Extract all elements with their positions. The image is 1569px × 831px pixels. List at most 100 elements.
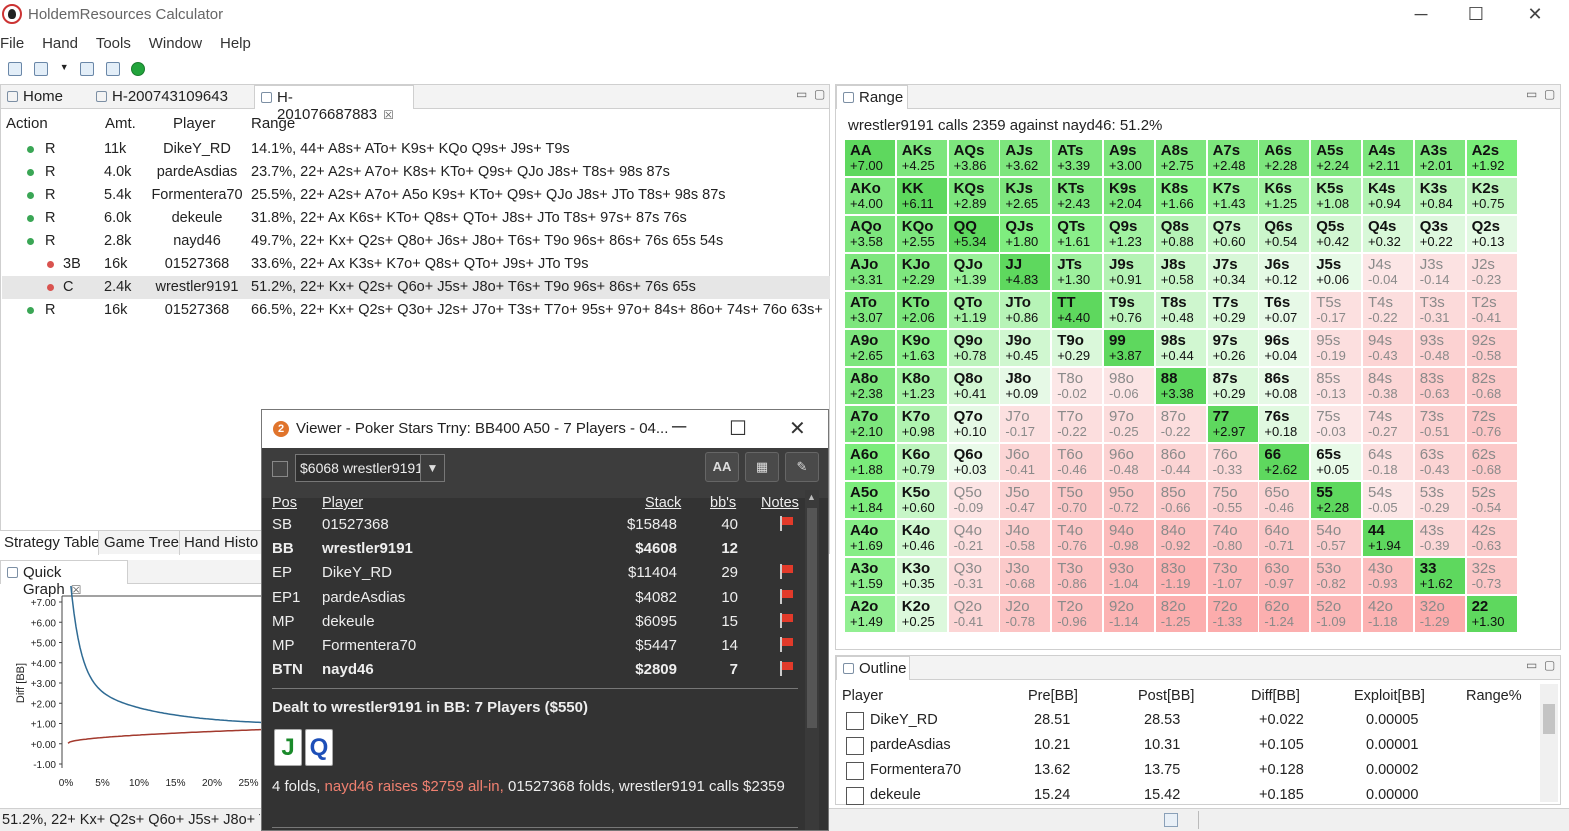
action-row[interactable]: R 6.0k dekeule 31.8%, 22+ Ax K6s+ KTo+ Q8s+… (2, 207, 830, 230)
scroll-up-icon[interactable]: ▲ (807, 492, 816, 502)
range-cell[interactable]: 74o -0.80 (1207, 520, 1259, 557)
viewer-header-notes[interactable]: Notes (761, 495, 799, 511)
range-cell[interactable]: J3s -0.14 (1414, 254, 1466, 291)
range-cell[interactable]: 98s +0.44 (1155, 330, 1207, 367)
viewer-player-row[interactable]: MP Formentera70 $5447 14 (262, 634, 802, 658)
close-tab-icon[interactable]: ☒ (383, 108, 394, 122)
range-cell[interactable]: 96s +0.04 (1259, 330, 1311, 367)
range-cell[interactable]: AKs +4.25 (896, 140, 948, 177)
range-cell[interactable]: QTo +1.19 (948, 292, 1000, 329)
range-cell[interactable]: 76s +0.18 (1259, 406, 1311, 443)
range-cell[interactable]: T4s -0.22 (1363, 292, 1414, 329)
range-cell[interactable]: ATs +3.39 (1052, 140, 1104, 177)
range-cell[interactable]: T2o -0.96 (1052, 596, 1104, 633)
grid-view-button[interactable]: ▦ (745, 452, 779, 482)
header-amount[interactable]: Amt. (105, 115, 136, 132)
range-cell[interactable]: T5s -0.17 (1311, 292, 1363, 329)
range-cell[interactable]: K8o +1.23 (896, 368, 948, 405)
range-cell[interactable]: 96o -0.48 (1104, 444, 1155, 481)
range-cell[interactable]: J4s -0.04 (1363, 254, 1414, 291)
range-cell[interactable]: QJs +1.80 (1000, 216, 1052, 253)
menu-hand[interactable]: Hand (42, 33, 78, 54)
range-cell[interactable]: T9o +0.29 (1052, 330, 1104, 367)
range-cell[interactable]: K7s +1.43 (1207, 178, 1259, 215)
range-cell[interactable]: AJs +3.62 (1000, 140, 1052, 177)
range-cell[interactable]: 64s -0.18 (1363, 444, 1414, 481)
range-cell[interactable]: A4o +1.69 (845, 520, 896, 557)
outline-header-diff[interactable]: Diff[BB] (1251, 688, 1300, 704)
range-cell[interactable]: A9s +3.00 (1104, 140, 1155, 177)
header-range[interactable]: Range (251, 115, 295, 132)
range-cell[interactable]: J2s -0.23 (1466, 254, 1518, 291)
range-cell[interactable]: 64o -0.71 (1259, 520, 1311, 557)
range-cell[interactable]: KTs +2.43 (1052, 178, 1104, 215)
outline-header-pre[interactable]: Pre[BB] (1028, 688, 1078, 704)
header-action[interactable]: Action (6, 115, 48, 132)
tab-hand-1[interactable]: H-200743109643 (90, 85, 253, 109)
range-cell[interactable]: J7o -0.17 (1000, 406, 1052, 443)
tab-strategy-table[interactable]: Strategy Table (0, 531, 99, 555)
range-cell[interactable]: 65s +0.05 (1311, 444, 1363, 481)
range-cell[interactable]: T5o -0.70 (1052, 482, 1104, 519)
range-cell[interactable]: A9o +2.65 (845, 330, 896, 367)
range-cell[interactable]: K8s +1.66 (1155, 178, 1207, 215)
viewer-player-row[interactable]: BTN nayd46 $2809 7 (262, 658, 802, 682)
range-cell[interactable]: 93s -0.48 (1414, 330, 1466, 367)
range-cell[interactable]: AKo +4.00 (845, 178, 896, 215)
range-cell[interactable]: A5s +2.24 (1311, 140, 1363, 177)
tab-hand-history[interactable]: Hand Histo (180, 531, 262, 555)
viewer-header-player[interactable]: Player (322, 495, 363, 511)
range-cell[interactable]: T6o -0.46 (1052, 444, 1104, 481)
range-cell[interactable]: J3o -0.68 (1000, 558, 1052, 595)
range-cell[interactable]: Q3s +0.22 (1414, 216, 1466, 253)
range-cell[interactable]: J9s +0.91 (1104, 254, 1155, 291)
range-cell[interactable]: JTs +1.30 (1052, 254, 1104, 291)
outline-header-exploit[interactable]: Exploit[BB] (1354, 688, 1425, 704)
viewer-player-row[interactable]: EP DikeY_RD $11404 29 (262, 561, 802, 585)
range-cell[interactable]: A7o +2.10 (845, 406, 896, 443)
new-file-icon[interactable] (33, 62, 48, 77)
range-cell[interactable]: Q2s +0.13 (1466, 216, 1518, 253)
range-cell[interactable]: 82o -1.25 (1155, 596, 1207, 633)
range-cell[interactable]: KTo +2.06 (896, 292, 948, 329)
range-cell[interactable]: J2o -0.78 (1000, 596, 1052, 633)
range-cell[interactable]: 95o -0.72 (1104, 482, 1155, 519)
minimize-button[interactable]: ─ (1401, 2, 1441, 26)
tab-hand-2[interactable]: H-201076687883 ☒ (254, 85, 414, 123)
viewer-header-pos[interactable]: Pos (272, 495, 297, 511)
range-cell[interactable]: TT +4.40 (1052, 292, 1104, 329)
flag-icon[interactable] (778, 612, 794, 628)
flag-icon[interactable] (778, 516, 794, 531)
range-cell[interactable]: 83s -0.63 (1414, 368, 1466, 405)
outline-header-range[interactable]: Range% (1466, 688, 1522, 704)
viewer-maximize-button[interactable]: ☐ (729, 416, 747, 441)
range-cell[interactable]: T4o -0.76 (1052, 520, 1104, 557)
range-cell[interactable]: 75s -0.03 (1311, 406, 1363, 443)
range-cell[interactable]: J9o +0.45 (1000, 330, 1052, 367)
range-cell[interactable]: Q4o -0.21 (948, 520, 1000, 557)
range-cell[interactable]: 88 +3.38 (1155, 368, 1207, 405)
viewer-minimize-button[interactable]: ─ (672, 416, 686, 439)
minimize-panel-icon[interactable]: ▭ (1526, 658, 1537, 672)
range-cell[interactable]: 72o -1.33 (1207, 596, 1259, 633)
menu-help[interactable]: Help (220, 33, 251, 54)
range-cell[interactable]: JJ +4.83 (1000, 254, 1052, 291)
range-cell[interactable]: K5o +0.60 (896, 482, 948, 519)
range-cell[interactable]: K9s +2.04 (1104, 178, 1155, 215)
range-cell[interactable]: J5s +0.06 (1311, 254, 1363, 291)
range-cell[interactable]: 54o -0.57 (1311, 520, 1363, 557)
range-cell[interactable]: Q5s +0.42 (1311, 216, 1363, 253)
viewer-player-row[interactable]: SB 01527368 $15848 40 (262, 513, 802, 537)
range-cell[interactable]: K6o +0.79 (896, 444, 948, 481)
range-cell[interactable]: J7s +0.34 (1207, 254, 1259, 291)
range-cell[interactable]: 92s -0.58 (1466, 330, 1518, 367)
range-cell[interactable]: Q8s +0.88 (1155, 216, 1207, 253)
range-cell[interactable]: Q6s +0.54 (1259, 216, 1311, 253)
menu-window[interactable]: Window (149, 33, 202, 54)
range-cell[interactable]: Q3o -0.31 (948, 558, 1000, 595)
viewer-player-row[interactable]: EP1 pardeAsdias $4082 10 (262, 586, 802, 610)
minimize-panel-icon[interactable]: ▭ (796, 87, 807, 101)
range-cell[interactable]: K6s +1.25 (1259, 178, 1311, 215)
range-cell[interactable]: 42s -0.63 (1466, 520, 1518, 557)
range-cell[interactable]: T6s +0.07 (1259, 292, 1311, 329)
